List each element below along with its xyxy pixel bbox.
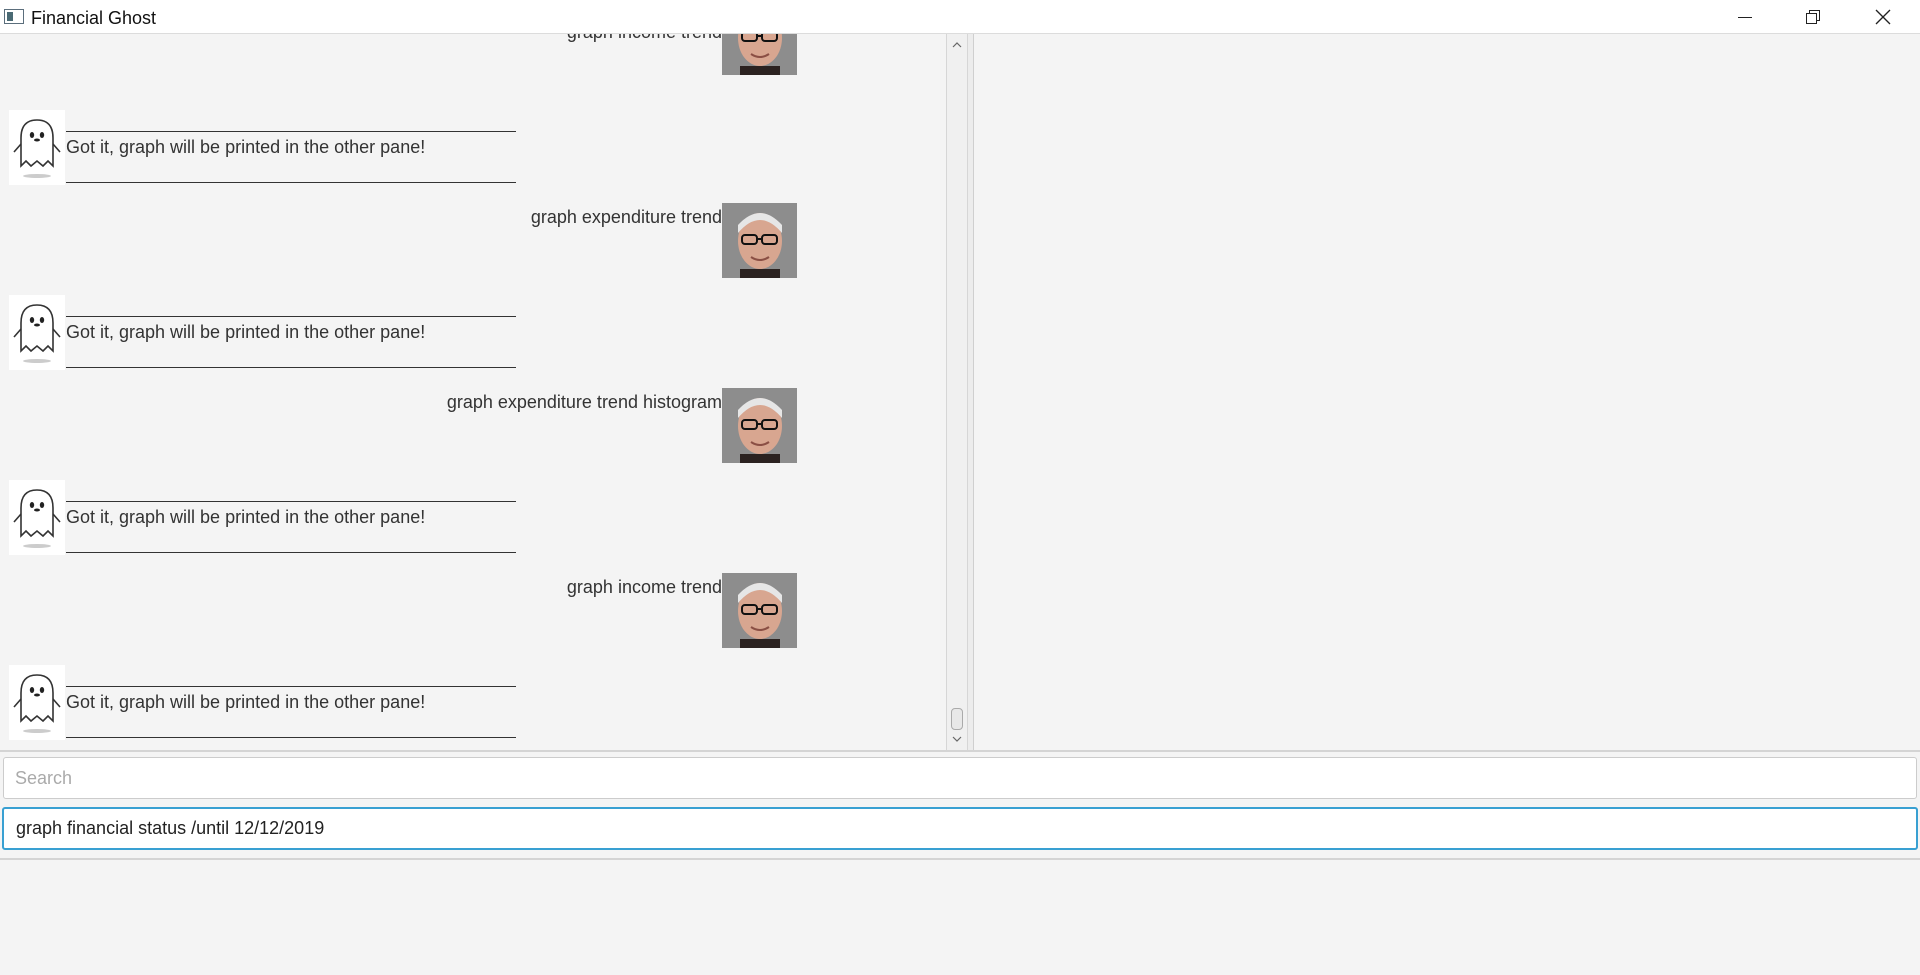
user-avatar-image bbox=[722, 34, 797, 75]
split-pane-divider[interactable] bbox=[968, 34, 974, 750]
ghost-avatar bbox=[9, 295, 65, 370]
minimize-button[interactable] bbox=[1710, 0, 1780, 34]
close-icon bbox=[1875, 9, 1891, 25]
output-area bbox=[0, 858, 1920, 975]
ghost-icon bbox=[13, 304, 61, 363]
bot-message-text: Got it, graph will be printed in the oth… bbox=[66, 507, 426, 527]
app-icon bbox=[4, 9, 24, 24]
separator-line bbox=[66, 367, 516, 368]
user-avatar bbox=[722, 34, 797, 75]
separator-line bbox=[66, 131, 516, 132]
window-title: Financial Ghost bbox=[31, 8, 157, 28]
ghost-avatar bbox=[9, 665, 65, 740]
bot-message-text: Got it, graph will be printed in the oth… bbox=[66, 322, 426, 342]
bot-message-text: Got it, graph will be printed in the oth… bbox=[66, 137, 426, 157]
search-input[interactable] bbox=[3, 757, 1917, 799]
user-avatar bbox=[722, 388, 797, 463]
ghost-avatar bbox=[9, 110, 65, 185]
user-avatar bbox=[722, 573, 797, 648]
user-avatar-image bbox=[722, 388, 797, 463]
ghost-icon bbox=[13, 119, 61, 178]
scroll-thumb[interactable] bbox=[951, 708, 963, 730]
user-avatar bbox=[722, 203, 797, 278]
separator-line bbox=[66, 737, 516, 738]
command-input[interactable] bbox=[2, 807, 1918, 850]
user-message-text: graph income trend bbox=[82, 34, 722, 43]
user-avatar-image bbox=[722, 203, 797, 278]
graph-pane bbox=[975, 34, 1920, 750]
ghost-avatar bbox=[9, 480, 65, 555]
user-message-text: graph expenditure trend histogram bbox=[446, 392, 722, 412]
chat-scrollbar[interactable] bbox=[946, 34, 968, 750]
ghost-icon bbox=[13, 489, 61, 548]
separator-line bbox=[66, 182, 516, 183]
user-message-text: graph expenditure trend bbox=[530, 207, 722, 227]
minimize-icon bbox=[1738, 16, 1752, 18]
title-bar: Financial Ghost bbox=[0, 0, 1920, 34]
bot-message-text: Got it, graph will be printed in the oth… bbox=[66, 692, 426, 712]
restore-icon bbox=[1806, 10, 1820, 24]
separator-line bbox=[66, 316, 516, 317]
scroll-down-icon[interactable] bbox=[952, 734, 962, 744]
restore-button[interactable] bbox=[1778, 0, 1848, 34]
separator-line bbox=[66, 686, 516, 687]
user-avatar-image bbox=[722, 573, 797, 648]
scroll-up-icon[interactable] bbox=[952, 40, 962, 50]
chat-pane[interactable]: graph income trend Got it, graph will be… bbox=[0, 34, 946, 750]
ghost-icon bbox=[13, 674, 61, 733]
separator-line bbox=[66, 501, 516, 502]
separator-line bbox=[66, 552, 516, 553]
close-button[interactable] bbox=[1848, 0, 1918, 34]
user-message-text: graph income trend bbox=[566, 577, 722, 597]
